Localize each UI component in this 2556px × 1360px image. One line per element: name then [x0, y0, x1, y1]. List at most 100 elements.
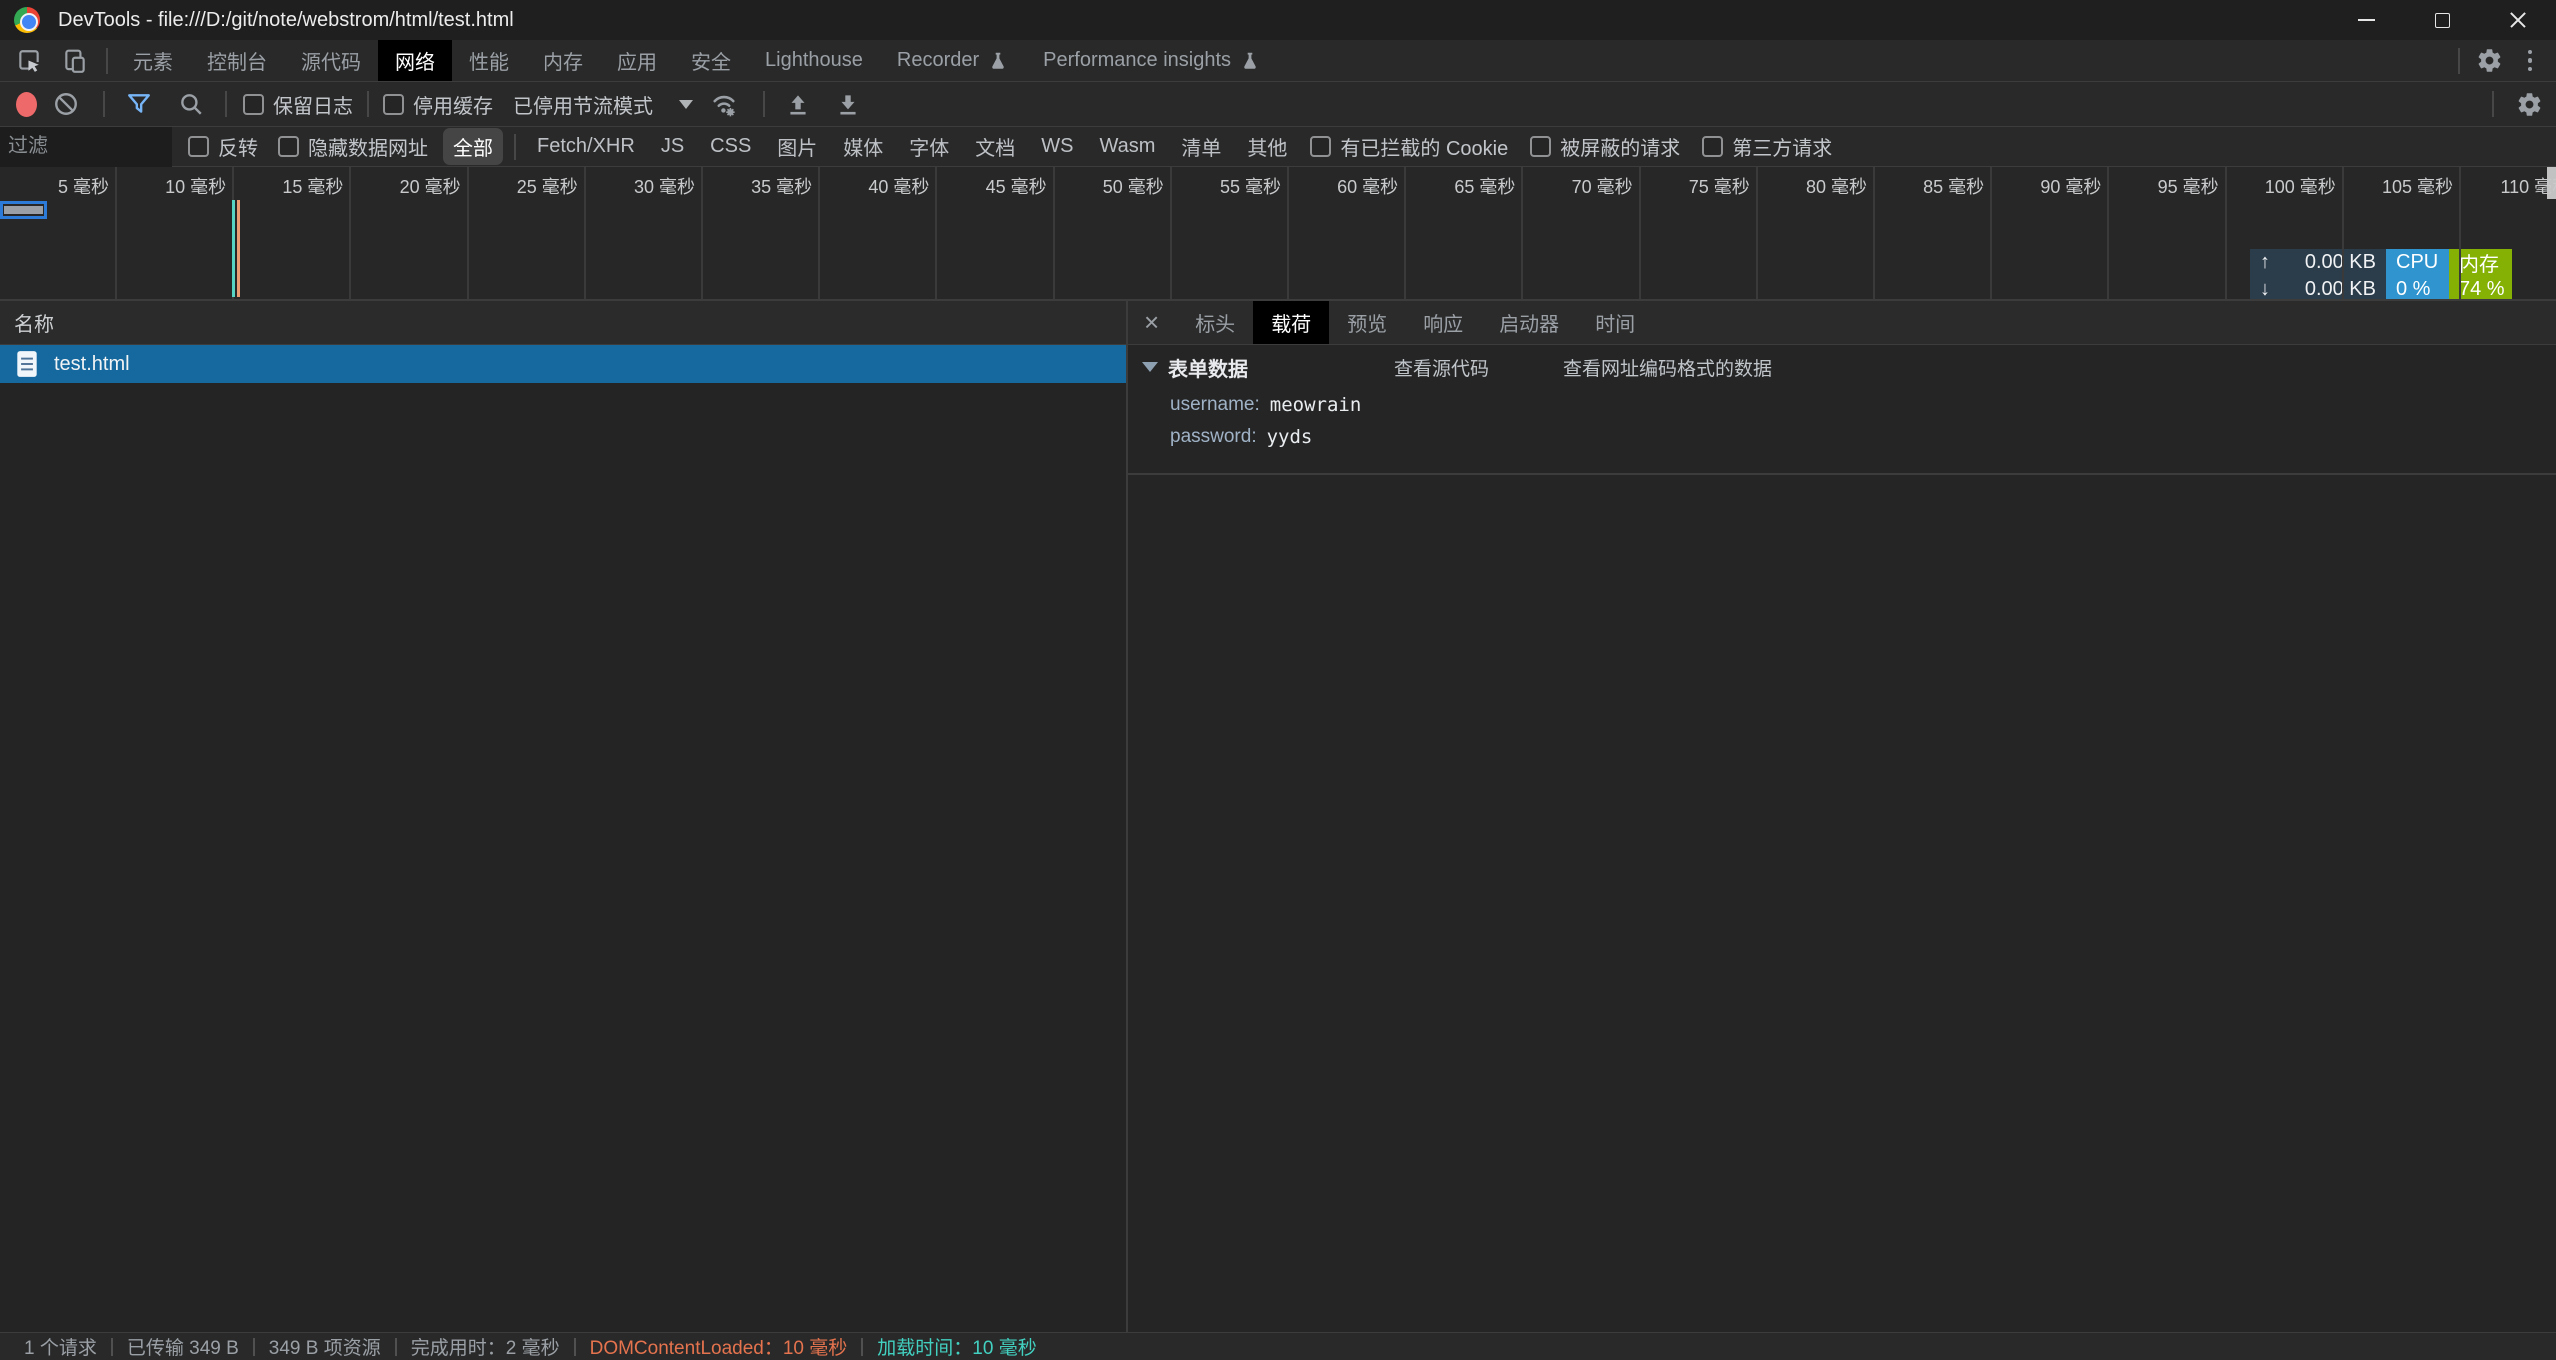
- form-data-section: 表单数据 查看源代码 查看网址编码格式的数据 username:meowrain…: [1128, 345, 2556, 475]
- filter-type-font[interactable]: 字体: [899, 128, 959, 165]
- third-party-requests-label: 第三方请求: [1732, 132, 1832, 161]
- disable-cache-label: 停用缓存: [413, 90, 493, 119]
- filter-type-fetch-xhr[interactable]: Fetch/XHR: [527, 131, 645, 162]
- separator: [514, 134, 516, 160]
- param-row: username:meowrain: [1128, 389, 2556, 421]
- tab-lighthouse[interactable]: Lighthouse: [748, 40, 880, 81]
- view-source-link[interactable]: 查看源代码: [1394, 354, 1489, 381]
- restore-button[interactable]: [2404, 0, 2480, 40]
- table-row[interactable]: test.html: [0, 345, 1126, 383]
- tick-label: 20 毫秒: [353, 173, 461, 199]
- filter-input[interactable]: [0, 127, 172, 167]
- filter-type-doc[interactable]: 文档: [965, 128, 1025, 165]
- separator: [763, 91, 765, 117]
- close-details-icon[interactable]: ×: [1128, 301, 1177, 344]
- view-urlencoded-link[interactable]: 查看网址编码格式的数据: [1563, 354, 1772, 381]
- filter-type-ws[interactable]: WS: [1031, 131, 1083, 162]
- inspect-icon[interactable]: [6, 40, 52, 82]
- filter-type-js[interactable]: JS: [651, 131, 694, 162]
- disable-cache-checkbox[interactable]: 停用缓存: [383, 90, 493, 119]
- grid-line: [701, 167, 703, 299]
- minimize-icon: [2358, 19, 2375, 21]
- tab-console[interactable]: 控制台: [190, 40, 284, 81]
- clear-icon[interactable]: [37, 83, 95, 125]
- third-party-requests-checkbox[interactable]: 第三方请求: [1702, 132, 1832, 161]
- preserve-log-checkbox[interactable]: 保留日志: [243, 90, 353, 119]
- grid-line: [1521, 167, 1523, 299]
- timeline-overview[interactable]: ↑ 0.00 KB ↓ 0.00 KB CPU 0 % 内存 74 % 5 毫秒…: [0, 167, 2556, 301]
- network-panels: 名称 test.html × 标头载荷预览响应启动器时间 表单数据: [0, 301, 2556, 1332]
- tab-network[interactable]: 网络: [378, 40, 452, 81]
- name-column-header[interactable]: 名称: [0, 301, 1126, 345]
- filter-type-all[interactable]: 全部: [443, 128, 503, 165]
- tick-label: 110 毫秒: [2462, 173, 2556, 199]
- filter-type-css[interactable]: CSS: [700, 131, 761, 162]
- export-har-icon[interactable]: [823, 83, 873, 125]
- grid-line: [1990, 167, 1992, 299]
- grid-line: [1170, 167, 1172, 299]
- device-toolbar-icon[interactable]: [52, 40, 98, 82]
- detail-tab-timing[interactable]: 时间: [1577, 301, 1653, 344]
- disclosure-triangle-icon: [1142, 362, 1158, 372]
- detail-tab-response[interactable]: 响应: [1405, 301, 1481, 344]
- separator: [103, 91, 105, 117]
- filter-type-manifest[interactable]: 清单: [1171, 128, 1231, 165]
- detail-tab-headers[interactable]: 标头: [1177, 301, 1253, 344]
- tick-label: 55 毫秒: [1173, 173, 1281, 199]
- grid-line: [1287, 167, 1289, 299]
- import-har-icon[interactable]: [773, 83, 823, 125]
- blocked-cookies-checkbox[interactable]: 有已拦截的 Cookie: [1310, 132, 1508, 161]
- network-settings-icon[interactable]: [2502, 83, 2556, 125]
- tab-application[interactable]: 应用: [600, 40, 674, 81]
- filter-type-img[interactable]: 图片: [767, 128, 827, 165]
- dcl-time: DOMContentLoaded：10 毫秒: [576, 1333, 862, 1360]
- detail-tab-strip: × 标头载荷预览响应启动器时间: [1128, 301, 2556, 345]
- detail-tab-initiator[interactable]: 启动器: [1481, 301, 1577, 344]
- tab-performance[interactable]: 性能: [452, 40, 526, 81]
- tab-recorder[interactable]: Recorder: [880, 40, 1026, 81]
- filter-type-wasm[interactable]: Wasm: [1090, 131, 1166, 162]
- grid-line: [1756, 167, 1758, 299]
- filter-type-media[interactable]: 媒体: [833, 128, 893, 165]
- tab-label: 控制台: [207, 46, 267, 75]
- memory-value: 74 %: [2459, 276, 2512, 301]
- grid-line: [935, 167, 937, 299]
- invert-checkbox[interactable]: 反转: [188, 132, 258, 161]
- settings-icon[interactable]: [2468, 40, 2512, 82]
- detail-tab-preview[interactable]: 预览: [1329, 301, 1405, 344]
- tab-memory[interactable]: 内存: [526, 40, 600, 81]
- param-row: password:yyds: [1128, 421, 2556, 453]
- detail-tab-payload[interactable]: 载荷: [1253, 301, 1329, 344]
- filter-icon[interactable]: [113, 83, 165, 125]
- tab-performance-insights[interactable]: Performance insights: [1026, 40, 1278, 81]
- tick-label: 80 毫秒: [1759, 173, 1867, 199]
- filter-type-other[interactable]: 其他: [1237, 128, 1297, 165]
- blocked-requests-checkbox[interactable]: 被屏蔽的请求: [1530, 132, 1680, 161]
- document-icon: [16, 350, 38, 378]
- tick-label: 60 毫秒: [1290, 173, 1398, 199]
- throttling-select[interactable]: 已停用节流模式: [513, 90, 693, 119]
- invert-label: 反转: [218, 132, 258, 161]
- network-conditions-icon[interactable]: [693, 83, 755, 125]
- network-toolbar: 保留日志 停用缓存 已停用节流模式: [0, 82, 2556, 127]
- more-menu-icon[interactable]: [2512, 50, 2549, 72]
- tab-sources[interactable]: 源代码: [284, 40, 378, 81]
- minimize-button[interactable]: [2328, 0, 2404, 40]
- grid-line: [2107, 167, 2109, 299]
- tab-security[interactable]: 安全: [674, 40, 748, 81]
- form-data-header[interactable]: 表单数据 查看源代码 查看网址编码格式的数据: [1128, 345, 2556, 389]
- devtools-window: DevTools - file:///D:/git/note/webstrom/…: [0, 0, 2556, 1360]
- separator: [2458, 48, 2460, 74]
- close-button[interactable]: [2480, 0, 2556, 40]
- tick-label: 10 毫秒: [118, 173, 226, 199]
- record-button[interactable]: [16, 92, 37, 117]
- request-bar-fill: [4, 206, 43, 214]
- tick-label: 90 毫秒: [1993, 173, 2101, 199]
- param-value: meowrain: [1270, 394, 1362, 416]
- upload-arrow-icon: ↑: [2260, 251, 2270, 274]
- hide-data-urls-checkbox[interactable]: 隐藏数据网址: [278, 132, 428, 161]
- grid-line: [115, 167, 117, 299]
- search-icon[interactable]: [165, 83, 217, 125]
- tick-label: 40 毫秒: [821, 173, 929, 199]
- tab-elements[interactable]: 元素: [116, 40, 190, 81]
